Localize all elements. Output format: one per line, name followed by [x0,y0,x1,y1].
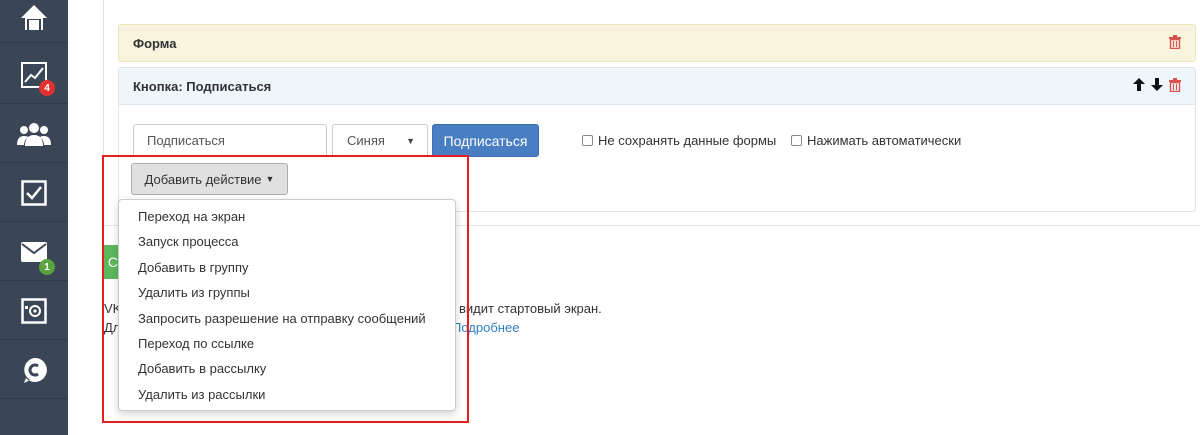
highlight-frame [102,155,469,423]
form-panel: Форма [118,24,1196,62]
form-panel-header: Форма [119,25,1195,61]
sidebar: 4 1 [0,0,68,435]
info-text-end: видит стартовый экран. [459,301,602,316]
checkbox-box[interactable] [791,135,802,146]
notification-badge: 4 [39,80,55,96]
arrow-up-icon[interactable] [1133,78,1145,94]
home-icon [19,2,49,32]
button-preview[interactable]: Подписаться [432,124,539,157]
sidebar-item-analytics[interactable]: 4 [0,47,68,104]
users-icon [17,121,51,147]
sidebar-item-home[interactable] [0,0,68,43]
checkbox-icon [21,180,47,206]
button-panel-header: Кнопка: Подписаться [119,68,1195,105]
chat-logo-icon [20,356,48,384]
button-label-input[interactable]: Подписаться [133,124,327,157]
panel-title: Форма [133,35,177,51]
sidebar-item-chat[interactable] [0,342,68,399]
arrow-down-icon[interactable] [1151,78,1163,94]
input-value: Подписаться [147,133,225,148]
sidebar-item-tasks[interactable] [0,165,68,222]
trash-icon[interactable] [1169,34,1181,52]
checkbox-box[interactable] [582,135,593,146]
notification-badge: 1 [39,259,55,275]
caret-down-icon: ▼ [406,135,415,146]
no-save-checkbox[interactable]: Не сохранять данные формы [582,133,776,148]
sidebar-item-messages[interactable]: 1 [0,224,68,281]
trash-icon[interactable] [1169,77,1181,95]
checkbox-label: Нажимать автоматически [807,133,962,148]
sidebar-item-safe[interactable] [0,283,68,340]
panel-title: Кнопка: Подписаться [133,78,272,94]
checkbox-label: Не сохранять данные формы [598,133,777,148]
selected-value: Синяя [347,133,385,148]
color-select[interactable]: Синяя ▼ [332,124,428,157]
auto-press-checkbox[interactable]: Нажимать автоматически [791,133,961,148]
safe-icon [21,298,47,324]
sidebar-item-users[interactable] [0,106,68,163]
